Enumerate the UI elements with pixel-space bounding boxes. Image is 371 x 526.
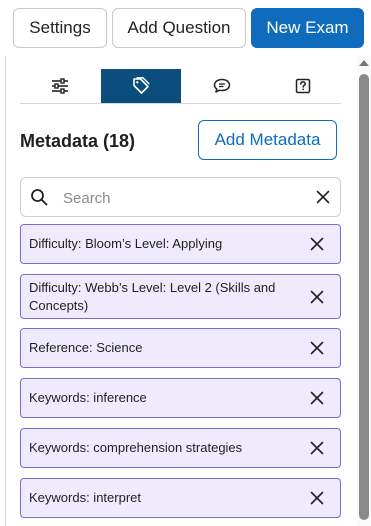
- close-icon[interactable]: [310, 441, 324, 455]
- close-icon[interactable]: [310, 491, 324, 505]
- metadata-heading: Metadata (18): [20, 131, 136, 151]
- search-input[interactable]: [61, 184, 305, 212]
- close-icon[interactable]: [310, 237, 324, 251]
- clear-search-icon[interactable]: [316, 190, 330, 204]
- tab-metadata[interactable]: [101, 69, 181, 103]
- metadata-tag: Keywords: inference: [20, 378, 341, 418]
- metadata-panel: Metadata (18) Add Metadata Difficulty: B…: [0, 56, 371, 526]
- close-icon[interactable]: [310, 341, 324, 355]
- tab-help[interactable]: [263, 69, 343, 103]
- tag-icon: [133, 77, 150, 94]
- metadata-search: [20, 177, 341, 217]
- metadata-tag-label: Keywords: inference: [29, 390, 147, 405]
- metadata-tag: Keywords: comprehension strategies: [20, 428, 341, 468]
- metadata-tag-label: Keywords: comprehension strategies: [29, 440, 243, 455]
- metadata-tag: Reference: Science: [20, 328, 341, 368]
- scroll-up-arrow-icon[interactable]: [359, 60, 369, 66]
- top-toolbar: Settings Add Question New Exam: [0, 0, 371, 56]
- metadata-tag: Difficulty: Webb’s Level: Level 2 (Skill…: [20, 274, 341, 319]
- metadata-tag: Keywords: interpret: [20, 478, 341, 518]
- panel-tabs: [20, 69, 341, 104]
- settings-button[interactable]: Settings: [13, 8, 107, 48]
- add-metadata-button[interactable]: Add Metadata: [198, 120, 337, 160]
- add-question-button[interactable]: Add Question: [112, 8, 246, 48]
- tab-comments[interactable]: [182, 69, 262, 103]
- close-icon[interactable]: [310, 290, 324, 304]
- metadata-tag-label: Reference: Science: [29, 340, 143, 355]
- metadata-tag-label: Difficulty: Webb’s Level: Level 2 (Skill…: [29, 279, 276, 313]
- new-exam-button[interactable]: New Exam: [251, 8, 364, 48]
- metadata-tag-label: Keywords: interpret: [29, 490, 141, 505]
- comment-icon: [213, 78, 231, 93]
- tab-settings[interactable]: [20, 69, 100, 103]
- search-icon: [31, 189, 48, 206]
- close-icon[interactable]: [310, 391, 324, 405]
- scrollbar-thumb[interactable]: [359, 74, 369, 520]
- panel-divider: [5, 56, 6, 526]
- sliders-icon: [52, 78, 68, 94]
- metadata-tag-label: Difficulty: Bloom’s Level: Applying: [29, 236, 223, 251]
- metadata-tag: Difficulty: Bloom’s Level: Applying: [20, 224, 341, 264]
- question-icon: [295, 78, 311, 94]
